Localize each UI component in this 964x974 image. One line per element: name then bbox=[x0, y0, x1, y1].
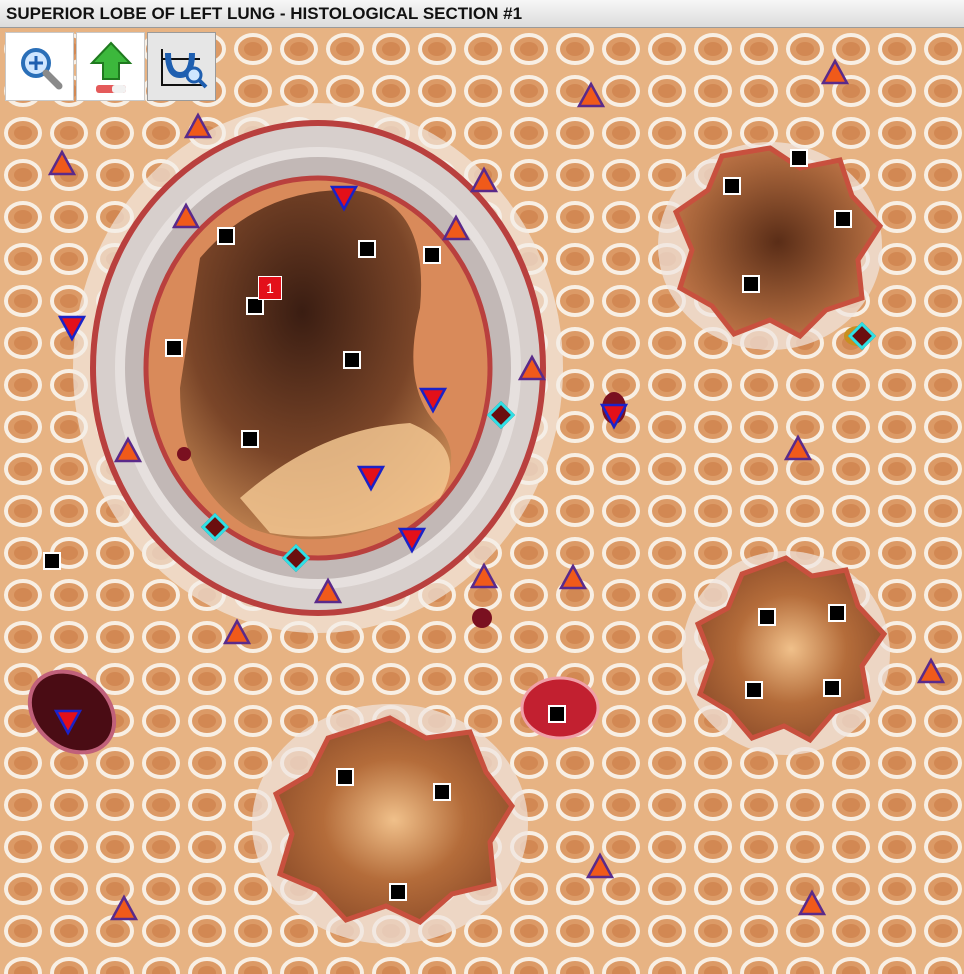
triangle-down-marker[interactable] bbox=[356, 464, 386, 492]
triangle-down-marker[interactable] bbox=[53, 708, 83, 736]
triangle-up-marker[interactable] bbox=[585, 852, 615, 880]
triangle-up-marker[interactable] bbox=[222, 618, 252, 646]
square-marker[interactable] bbox=[745, 681, 763, 699]
square-marker[interactable] bbox=[828, 604, 846, 622]
annotation-markers-layer bbox=[0, 28, 964, 974]
square-marker[interactable] bbox=[548, 705, 566, 723]
square-marker[interactable] bbox=[217, 227, 235, 245]
square-marker[interactable] bbox=[241, 430, 259, 448]
triangle-up-marker[interactable] bbox=[47, 149, 77, 177]
square-marker[interactable] bbox=[723, 177, 741, 195]
square-marker[interactable] bbox=[358, 240, 376, 258]
triangle-up-marker[interactable] bbox=[171, 202, 201, 230]
triangle-up-marker[interactable] bbox=[916, 657, 946, 685]
triangle-down-marker[interactable] bbox=[57, 314, 87, 342]
tissue-image-viewport[interactable]: 1 bbox=[0, 28, 964, 974]
triangle-up-marker[interactable] bbox=[183, 112, 213, 140]
square-marker[interactable] bbox=[823, 679, 841, 697]
diamond-marker[interactable] bbox=[200, 512, 230, 542]
diamond-marker[interactable] bbox=[847, 321, 877, 351]
triangle-down-marker[interactable] bbox=[329, 184, 359, 212]
triangle-up-marker[interactable] bbox=[469, 166, 499, 194]
selected-annotation-label[interactable]: 1 bbox=[258, 276, 282, 300]
square-marker[interactable] bbox=[790, 149, 808, 167]
triangle-down-marker[interactable] bbox=[599, 402, 629, 430]
diamond-marker[interactable] bbox=[486, 400, 516, 430]
triangle-up-marker[interactable] bbox=[820, 58, 850, 86]
square-marker[interactable] bbox=[343, 351, 361, 369]
square-marker[interactable] bbox=[742, 275, 760, 293]
triangle-up-marker[interactable] bbox=[469, 562, 499, 590]
triangle-up-marker[interactable] bbox=[783, 434, 813, 462]
square-marker[interactable] bbox=[336, 768, 354, 786]
window-title: SUPERIOR LOBE OF LEFT LUNG - HISTOLOGICA… bbox=[0, 0, 964, 28]
diamond-marker[interactable] bbox=[281, 543, 311, 573]
triangle-down-marker[interactable] bbox=[418, 386, 448, 414]
triangle-down-marker[interactable] bbox=[397, 526, 427, 554]
triangle-up-marker[interactable] bbox=[517, 354, 547, 382]
triangle-up-marker[interactable] bbox=[558, 563, 588, 591]
square-marker[interactable] bbox=[758, 608, 776, 626]
square-marker[interactable] bbox=[834, 210, 852, 228]
triangle-up-marker[interactable] bbox=[576, 81, 606, 109]
triangle-up-marker[interactable] bbox=[313, 577, 343, 605]
triangle-up-marker[interactable] bbox=[109, 894, 139, 922]
square-marker[interactable] bbox=[43, 552, 61, 570]
histology-viewer-window: SUPERIOR LOBE OF LEFT LUNG - HISTOLOGICA… bbox=[0, 0, 964, 974]
triangle-up-marker[interactable] bbox=[797, 889, 827, 917]
square-marker[interactable] bbox=[389, 883, 407, 901]
triangle-up-marker[interactable] bbox=[441, 214, 471, 242]
triangle-up-marker[interactable] bbox=[113, 436, 143, 464]
square-marker[interactable] bbox=[433, 783, 451, 801]
square-marker[interactable] bbox=[423, 246, 441, 264]
square-marker[interactable] bbox=[165, 339, 183, 357]
